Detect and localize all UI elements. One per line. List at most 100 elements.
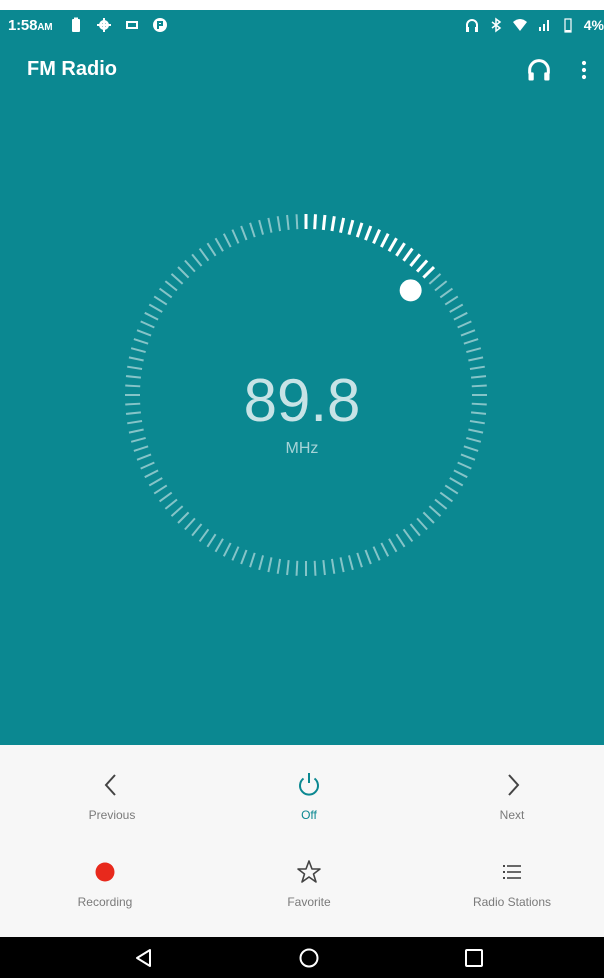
dial-tick bbox=[339, 217, 346, 233]
favorite-button[interactable]: Favorite bbox=[229, 857, 389, 909]
dial-tick bbox=[158, 287, 173, 299]
recording-label: Recording bbox=[77, 895, 133, 909]
dial-tick bbox=[439, 287, 454, 299]
dial-tick bbox=[330, 558, 336, 574]
dial-tick bbox=[449, 303, 464, 313]
dial-tick bbox=[206, 242, 217, 257]
dial-tick bbox=[133, 338, 149, 345]
battery-icon bbox=[564, 18, 572, 33]
dial-tick bbox=[198, 247, 210, 262]
dial-tick bbox=[322, 559, 326, 576]
dial-tick bbox=[422, 265, 436, 279]
status-time: 1:58AM bbox=[8, 17, 53, 34]
dial-tick bbox=[222, 542, 232, 557]
dial-tick bbox=[422, 511, 435, 524]
record-dot-icon bbox=[95, 862, 115, 882]
dial-tick bbox=[153, 295, 168, 306]
status-clock: 1:58 bbox=[8, 17, 38, 34]
previous-button[interactable]: Previous bbox=[32, 770, 192, 822]
navigation-bar bbox=[0, 937, 604, 978]
dial-tick bbox=[276, 558, 282, 574]
recording-button[interactable]: Recording bbox=[25, 857, 185, 909]
radio-stations-label: Radio Stations bbox=[472, 895, 552, 909]
dial-tick bbox=[128, 356, 144, 362]
previous-label: Previous bbox=[88, 808, 136, 822]
dial-tick bbox=[140, 320, 155, 329]
dial-tick bbox=[136, 329, 152, 337]
dial-tick bbox=[395, 242, 406, 257]
radio-stations-button[interactable]: Radio Stations bbox=[432, 857, 592, 909]
dial-tick bbox=[191, 253, 203, 267]
next-button[interactable]: Next bbox=[432, 770, 592, 822]
dial-tick bbox=[295, 214, 299, 230]
cell-signal-icon bbox=[538, 20, 549, 31]
dial-tick bbox=[267, 557, 273, 573]
recents-square-icon[interactable] bbox=[461, 946, 487, 970]
power-off-button[interactable]: Off bbox=[229, 770, 389, 822]
back-triangle-icon[interactable] bbox=[131, 946, 157, 970]
favorite-label: Favorite bbox=[287, 895, 331, 909]
dial-tick bbox=[466, 347, 482, 354]
dial-tick bbox=[321, 214, 327, 231]
dial-tick bbox=[164, 498, 178, 510]
dial-tick bbox=[347, 219, 355, 236]
dial-tick bbox=[198, 528, 210, 543]
status-ampm: AM bbox=[37, 22, 53, 33]
dial-tick bbox=[372, 546, 381, 561]
app-title: FM Radio bbox=[27, 58, 117, 80]
dial-tick bbox=[286, 214, 290, 231]
dial-tick bbox=[364, 549, 372, 565]
dial-tick bbox=[339, 557, 345, 573]
top-strip bbox=[0, 0, 604, 10]
dial-tick bbox=[428, 273, 442, 285]
dial-tick bbox=[453, 311, 468, 321]
dial-tick bbox=[231, 546, 240, 561]
dial-tick bbox=[258, 219, 265, 235]
dial-tick bbox=[313, 560, 317, 576]
frequency-display: 89.8 bbox=[243, 367, 361, 434]
dial-tick bbox=[444, 484, 459, 495]
dial-tick bbox=[416, 517, 428, 531]
dial-tick bbox=[276, 216, 282, 232]
dial-tick bbox=[439, 491, 454, 503]
dial-tick bbox=[449, 477, 464, 487]
next-label: Next bbox=[499, 808, 525, 822]
dial-tick bbox=[240, 225, 248, 241]
bluetooth-icon bbox=[491, 17, 502, 33]
chevron-right-icon bbox=[508, 774, 520, 796]
dial-tick bbox=[364, 225, 373, 241]
dial-tick bbox=[140, 461, 155, 470]
app-notification-icon bbox=[153, 18, 167, 32]
status-notification-icons bbox=[68, 17, 168, 33]
headphones-icon[interactable] bbox=[525, 56, 553, 84]
wifi-icon bbox=[512, 19, 527, 31]
battery-alert-icon bbox=[72, 17, 80, 32]
dial-tick bbox=[130, 347, 146, 354]
off-label: Off bbox=[301, 808, 317, 822]
home-circle-icon[interactable] bbox=[296, 946, 322, 970]
settings-icon bbox=[97, 18, 111, 32]
dial-tick bbox=[380, 542, 390, 557]
control-panel: Previous Off Next Recording Favorite Rad… bbox=[0, 745, 604, 937]
dial-tick bbox=[463, 338, 479, 345]
dial-tick bbox=[330, 215, 336, 232]
frequency-unit: MHz bbox=[285, 440, 319, 457]
status-system-icons: 4% bbox=[464, 17, 604, 33]
dial-tick bbox=[453, 469, 468, 479]
dial-tick bbox=[214, 237, 224, 252]
cast-icon bbox=[126, 21, 138, 29]
dial-tick bbox=[164, 280, 178, 292]
dial-tick bbox=[249, 552, 256, 568]
dial-tick bbox=[409, 253, 422, 267]
fm-radio-app: 1:58AM 4% FM Radio 89.8 MHz bbox=[0, 10, 604, 745]
dial-tick bbox=[177, 266, 190, 279]
dial-tick bbox=[177, 511, 190, 524]
dial-tick bbox=[347, 555, 354, 571]
dial-tick bbox=[170, 505, 184, 517]
dial-tick bbox=[184, 517, 196, 531]
dial-knob[interactable] bbox=[399, 279, 422, 302]
dial-tick bbox=[206, 533, 217, 548]
dial-tick bbox=[460, 329, 476, 337]
more-vert-icon[interactable] bbox=[572, 56, 596, 84]
dial-tick bbox=[355, 222, 364, 238]
